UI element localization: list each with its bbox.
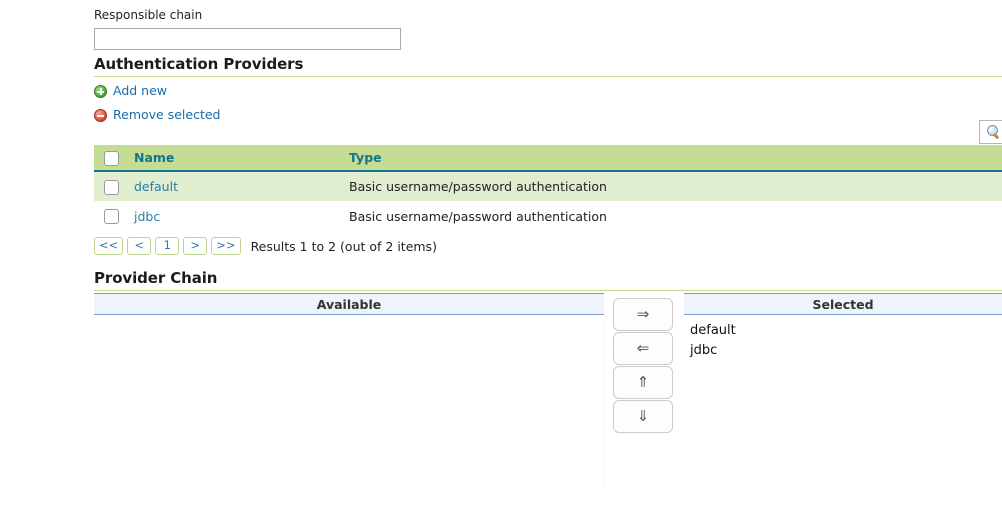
provider-chain-palette: Available ⇒ ⇐ ⇑ ⇓ Selected default jdbc <box>94 293 1002 498</box>
move-up-button[interactable]: ⇑ <box>613 366 673 399</box>
list-item[interactable]: jdbc <box>690 341 1002 361</box>
row-type-cell: Basic username/password authentication <box>343 201 1002 231</box>
table-search-button[interactable] <box>979 120 1002 144</box>
list-item[interactable]: default <box>690 321 1002 341</box>
column-header-name[interactable]: Name <box>128 145 343 172</box>
row-checkbox[interactable] <box>104 209 119 224</box>
selected-list[interactable]: default jdbc <box>684 315 1002 490</box>
pagination-last-button[interactable]: >> <box>211 237 241 255</box>
available-pane-header: Available <box>94 293 604 315</box>
authentication-providers-section: Authentication Providers Add new Remove … <box>94 55 1002 125</box>
add-new-link[interactable]: Add new <box>94 81 1002 101</box>
page-root: Responsible chain Authentication Provide… <box>0 0 1002 526</box>
add-circle-icon <box>94 84 107 98</box>
move-left-button[interactable]: ⇐ <box>613 332 673 365</box>
table-row: jdbc Basic username/password authenticat… <box>94 201 1002 231</box>
transfer-button-group: ⇒ ⇐ ⇑ ⇓ <box>613 298 673 433</box>
table-row: default Basic username/password authenti… <box>94 171 1002 201</box>
add-new-label: Add new <box>113 83 168 98</box>
authentication-providers-table: Name Type default Basic username/passwor… <box>94 145 1002 231</box>
select-all-header <box>94 145 128 172</box>
row-name-cell: jdbc <box>128 201 343 231</box>
move-right-button[interactable]: ⇒ <box>613 298 673 331</box>
responsible-chain-input[interactable] <box>94 28 401 50</box>
selected-pane: Selected default jdbc <box>684 293 1002 490</box>
row-select-cell <box>94 171 128 201</box>
row-checkbox[interactable] <box>104 179 119 195</box>
row-name-cell: default <box>128 171 343 201</box>
row-type-cell: Basic username/password authentication <box>343 171 1002 201</box>
row-select-cell <box>94 201 128 231</box>
provider-link-jdbc[interactable]: jdbc <box>134 209 160 224</box>
remove-circle-icon <box>94 108 107 122</box>
move-down-button[interactable]: ⇓ <box>613 400 673 433</box>
remove-selected-label: Remove selected <box>113 107 221 122</box>
authentication-providers-table-wrapper: Name Type default Basic username/passwor… <box>94 145 1002 255</box>
provider-chain-section: Provider Chain Available ⇒ ⇐ ⇑ ⇓ Selecte… <box>94 269 1002 498</box>
search-icon <box>987 125 1001 140</box>
pagination-results-text: Results 1 to 2 (out of 2 items) <box>250 238 437 254</box>
provider-link-default[interactable]: default <box>134 179 178 194</box>
provider-chain-heading: Provider Chain <box>94 269 1002 291</box>
table-header-row: Name Type <box>94 145 1002 172</box>
pagination-first-button[interactable]: << <box>94 237 124 255</box>
column-header-type[interactable]: Type <box>343 145 1002 172</box>
selected-pane-header: Selected <box>684 293 1002 315</box>
authentication-providers-heading: Authentication Providers <box>94 55 1002 77</box>
responsible-chain-label: Responsible chain <box>94 8 203 22</box>
pagination-prev-button[interactable]: < <box>127 237 152 255</box>
available-list[interactable] <box>94 315 604 490</box>
select-all-checkbox[interactable] <box>104 150 119 166</box>
palette-divider <box>603 315 605 485</box>
pagination-next-button[interactable]: > <box>183 237 208 255</box>
available-pane: Available <box>94 293 604 490</box>
responsible-chain-field: Responsible chain <box>94 4 1002 50</box>
pagination: << < 1 > >> Results 1 to 2 (out of 2 ite… <box>94 237 1002 255</box>
remove-selected-link[interactable]: Remove selected <box>94 105 1002 125</box>
pagination-page-1-button[interactable]: 1 <box>155 237 180 255</box>
